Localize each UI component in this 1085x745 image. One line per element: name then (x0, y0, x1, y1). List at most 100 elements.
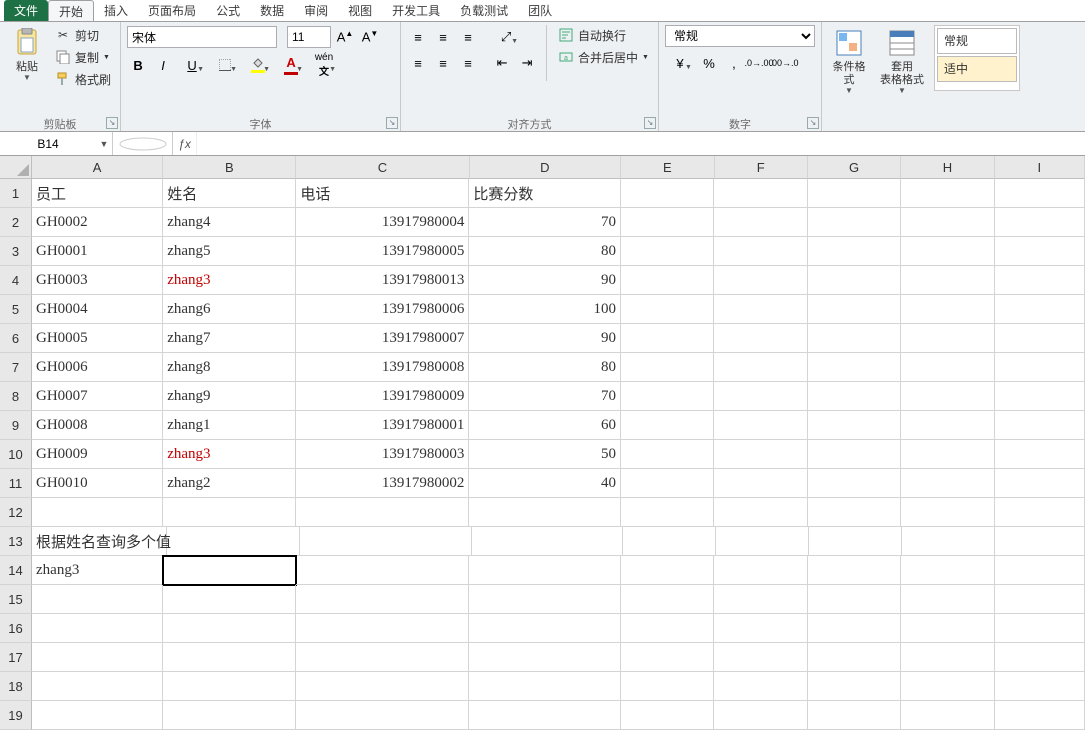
cell-E16[interactable] (621, 614, 714, 643)
cell-I16[interactable] (995, 614, 1085, 643)
cell-I9[interactable] (995, 411, 1085, 440)
cell-D16[interactable] (469, 614, 621, 643)
row-header-14[interactable]: 14 (0, 556, 32, 585)
cell-F18[interactable] (714, 672, 807, 701)
percent-button[interactable]: % (698, 52, 720, 74)
cell-B5[interactable]: zhang6 (163, 295, 296, 324)
accounting-format-button[interactable]: ¥▼ (665, 52, 695, 74)
increase-indent-button[interactable]: ⇥ (516, 52, 538, 74)
cell-D11[interactable]: 40 (469, 469, 621, 498)
name-box[interactable] (0, 133, 96, 155)
cell-I6[interactable] (995, 324, 1085, 353)
cell-D12[interactable] (469, 498, 621, 527)
tab-view[interactable]: 视图 (338, 0, 382, 21)
cell-H11[interactable] (901, 469, 994, 498)
cell-F14[interactable] (714, 556, 807, 585)
cell-I8[interactable] (995, 382, 1085, 411)
cell-C9[interactable]: 13917980001 (296, 411, 469, 440)
increase-decimal-button[interactable]: .0→.00 (748, 52, 770, 74)
cell-A4[interactable]: GH0003 (32, 266, 163, 295)
cell-H15[interactable] (901, 585, 994, 614)
cell-F13[interactable] (716, 527, 809, 556)
font-name-combo[interactable] (127, 26, 277, 48)
col-header-D[interactable]: D (470, 156, 622, 179)
cell-B1[interactable]: 姓名 (163, 179, 296, 208)
cell-G1[interactable] (808, 179, 901, 208)
cell-B9[interactable]: zhang1 (163, 411, 296, 440)
cell-F16[interactable] (714, 614, 807, 643)
cell-D3[interactable]: 80 (469, 237, 621, 266)
col-header-A[interactable]: A (32, 156, 163, 179)
col-header-I[interactable]: I (995, 156, 1085, 179)
cut-button[interactable]: ✂ 剪切 (52, 25, 114, 45)
cell-E4[interactable] (621, 266, 714, 295)
tab-load-test[interactable]: 负载测试 (450, 0, 518, 21)
cell-A14[interactable]: zhang3 (32, 556, 163, 585)
cell-D15[interactable] (469, 585, 621, 614)
cell-D7[interactable]: 80 (469, 353, 621, 382)
cell-A13[interactable]: 根据姓名查询多个值 (32, 527, 167, 556)
copy-button[interactable]: 复制 ▼ (52, 47, 114, 67)
cell-E2[interactable] (621, 208, 714, 237)
cell-C7[interactable]: 13917980008 (296, 353, 469, 382)
cell-E17[interactable] (621, 643, 714, 672)
cell-D14[interactable] (469, 556, 621, 585)
cell-H1[interactable] (901, 179, 994, 208)
cell-G15[interactable] (808, 585, 901, 614)
cell-H16[interactable] (901, 614, 994, 643)
tab-page-layout[interactable]: 页面布局 (138, 0, 206, 21)
cell-E14[interactable] (621, 556, 714, 585)
cell-H17[interactable] (901, 643, 994, 672)
col-header-B[interactable]: B (163, 156, 296, 179)
decrease-font-button[interactable]: A▼ (359, 26, 381, 48)
cell-E12[interactable] (621, 498, 714, 527)
cell-H3[interactable] (901, 237, 994, 266)
cell-E13[interactable] (623, 527, 716, 556)
cell-F17[interactable] (714, 643, 807, 672)
cell-I5[interactable] (995, 295, 1085, 324)
cell-D6[interactable]: 90 (469, 324, 621, 353)
cell-E18[interactable] (621, 672, 714, 701)
fx-button[interactable]: ƒx (173, 132, 197, 155)
align-bottom-button[interactable]: ≡ (457, 26, 479, 48)
row-header-13[interactable]: 13 (0, 527, 32, 556)
cell-C15[interactable] (296, 585, 469, 614)
cell-I15[interactable] (995, 585, 1085, 614)
cell-F7[interactable] (714, 353, 807, 382)
formula-input[interactable] (197, 132, 1085, 155)
cell-D19[interactable] (469, 701, 621, 730)
cell-I1[interactable] (995, 179, 1085, 208)
cell-G5[interactable] (808, 295, 901, 324)
cell-D18[interactable] (469, 672, 621, 701)
cell-F10[interactable] (714, 440, 807, 469)
cell-E9[interactable] (621, 411, 714, 440)
cell-F3[interactable] (714, 237, 807, 266)
cell-E19[interactable] (621, 701, 714, 730)
cell-H10[interactable] (901, 440, 994, 469)
row-header-11[interactable]: 11 (0, 469, 32, 498)
underline-button[interactable]: U▼ (177, 54, 207, 76)
row-header-18[interactable]: 18 (0, 672, 32, 701)
cell-I3[interactable] (995, 237, 1085, 266)
row-header-6[interactable]: 6 (0, 324, 32, 353)
cell-C14[interactable] (296, 556, 469, 585)
format-painter-button[interactable]: 格式刷 (52, 69, 114, 89)
cell-C16[interactable] (296, 614, 469, 643)
cell-D4[interactable]: 90 (469, 266, 621, 295)
cell-H19[interactable] (901, 701, 994, 730)
cell-H9[interactable] (901, 411, 994, 440)
borders-button[interactable]: ▼ (210, 54, 240, 76)
row-header-9[interactable]: 9 (0, 411, 32, 440)
cell-B11[interactable]: zhang2 (163, 469, 296, 498)
cell-F5[interactable] (714, 295, 807, 324)
row-header-19[interactable]: 19 (0, 701, 32, 730)
cell-G16[interactable] (808, 614, 901, 643)
cell-G11[interactable] (808, 469, 901, 498)
cell-H6[interactable] (901, 324, 994, 353)
increase-font-button[interactable]: A▲ (334, 26, 356, 48)
row-header-17[interactable]: 17 (0, 643, 32, 672)
cell-E7[interactable] (621, 353, 714, 382)
cell-C19[interactable] (296, 701, 469, 730)
cell-G4[interactable] (808, 266, 901, 295)
cell-G6[interactable] (808, 324, 901, 353)
